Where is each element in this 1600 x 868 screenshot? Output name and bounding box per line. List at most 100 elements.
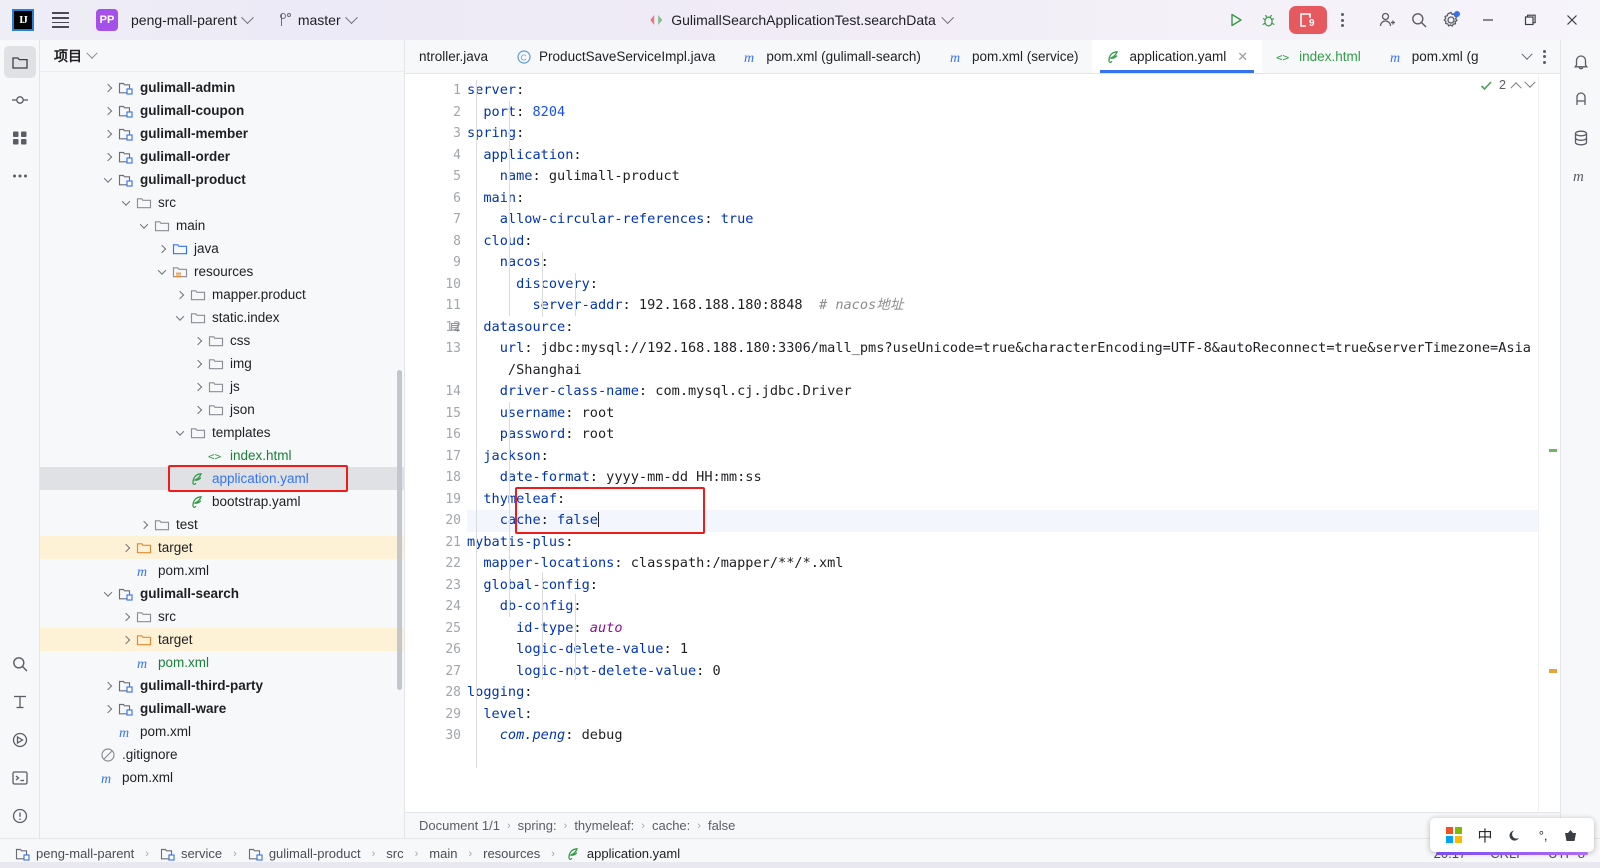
ime-punctuation-label[interactable]: °, (1539, 828, 1548, 843)
project-tool-icon[interactable] (3, 46, 36, 78)
chevron-down-icon[interactable] (172, 311, 188, 321)
tree-node-img[interactable]: img (40, 352, 404, 375)
structure-tool-icon[interactable] (4, 122, 36, 154)
minimize-icon[interactable] (1468, 3, 1508, 37)
project-selector[interactable]: PP peng-mall-parent (90, 6, 258, 34)
main-menu-icon[interactable] (46, 6, 74, 34)
code-line[interactable]: id-type: auto (467, 618, 1538, 640)
project-panel-header[interactable]: 项目 (40, 40, 404, 72)
tree-node-resources[interactable]: resources (40, 260, 404, 283)
close-icon[interactable] (1552, 3, 1592, 37)
tree-node-target[interactable]: target (40, 628, 404, 651)
problems-icon[interactable] (4, 800, 36, 832)
tree-node-application-yaml[interactable]: application.yaml (40, 467, 404, 490)
code-line[interactable]: thymeleaf: (467, 489, 1538, 511)
tab-list-dropdown[interactable] (1517, 40, 1560, 73)
code-line[interactable]: nacos: (467, 252, 1538, 274)
database-icon[interactable] (1565, 122, 1597, 154)
chevron-down-icon[interactable] (100, 173, 116, 183)
status-breadcrumb-item[interactable]: resources (478, 844, 545, 863)
tree-node-pom-xml[interactable]: m pom.xml (40, 651, 404, 674)
code-line[interactable]: cloud: (467, 231, 1538, 253)
status-breadcrumb-item[interactable]: service (155, 844, 227, 864)
moon-icon[interactable] (1508, 828, 1523, 843)
run-icon[interactable] (1221, 5, 1251, 35)
ime-mode-label[interactable]: 中 (1477, 825, 1492, 846)
run-configuration-selector[interactable]: GulimallSearchApplicationTest.searchData (641, 9, 959, 31)
chevron-down-icon[interactable] (100, 587, 116, 597)
breadcrumb-item[interactable]: cache: (652, 818, 690, 833)
tree-node-static-index[interactable]: static.index (40, 306, 404, 329)
code-line[interactable]: global-config: (467, 575, 1538, 597)
editor-tab-bar[interactable]: ntroller.java C ProductSaveServiceImpl.jav… (405, 40, 1560, 74)
code-line[interactable]: db-config: (467, 596, 1538, 618)
more-tools-icon[interactable] (4, 160, 36, 192)
chevron-down-icon[interactable] (1524, 76, 1536, 88)
tree-node-pom-xml[interactable]: m pom.xml (40, 766, 404, 789)
tree-node-gulimall-ware[interactable]: gulimall-ware (40, 697, 404, 720)
code-line[interactable]: mybatis-plus: (467, 532, 1538, 554)
search-everywhere-icon[interactable] (4, 648, 36, 680)
tree-node-main[interactable]: main (40, 214, 404, 237)
chevron-right-icon[interactable] (190, 405, 206, 414)
debug-icon[interactable] (1253, 5, 1283, 35)
breadcrumb-item[interactable]: spring: (518, 818, 557, 833)
code-line[interactable]: application: (467, 145, 1538, 167)
tree-node-gulimall-admin[interactable]: gulimall-admin (40, 76, 404, 99)
code-line[interactable]: /Shanghai (467, 360, 1538, 382)
code-line[interactable]: logic-not-delete-value: 0 (467, 661, 1538, 683)
code-line[interactable]: spring: (467, 123, 1538, 145)
chevron-right-icon[interactable] (118, 543, 134, 552)
code-line[interactable]: name: gulimall-product (467, 166, 1538, 188)
tree-node-src[interactable]: src (40, 605, 404, 628)
code-line[interactable]: datasource: (467, 317, 1538, 339)
chevron-right-icon[interactable] (100, 129, 116, 138)
editor-tab-index-html[interactable]: <> index.html (1262, 40, 1375, 73)
code-line[interactable]: cache: false (467, 510, 1538, 532)
chevron-right-icon[interactable] (190, 382, 206, 391)
chevron-down-icon[interactable] (172, 426, 188, 436)
editor-tab-application-yaml[interactable]: application.yaml ✕ (1092, 40, 1263, 73)
code-line[interactable]: port: 8204 (467, 102, 1538, 124)
terminal-icon[interactable] (4, 762, 36, 794)
code-line[interactable]: password: root (467, 424, 1538, 446)
code-line[interactable]: server-addr: 192.168.188.180:8848 # naco… (467, 295, 1538, 317)
tree-node-gulimall-order[interactable]: gulimall-order (40, 145, 404, 168)
chevron-down-icon[interactable] (118, 196, 134, 206)
tree-node-gulimall-search[interactable]: gulimall-search (40, 582, 404, 605)
inspection-widget[interactable]: 2 (1480, 76, 1536, 94)
editor-code[interactable]: server: port: 8204 spring: application: n… (467, 74, 1538, 812)
ime-toolbar[interactable]: 中 °, (1430, 818, 1594, 855)
editor-marker-stripe[interactable] (1538, 74, 1560, 812)
chevron-right-icon[interactable] (118, 635, 134, 644)
status-breadcrumb-item[interactable]: main (424, 844, 462, 863)
tree-node-test[interactable]: test (40, 513, 404, 536)
tree-node-templates[interactable]: templates (40, 421, 404, 444)
search-icon[interactable] (1404, 5, 1434, 35)
tree-node-gulimall-product[interactable]: gulimall-product (40, 168, 404, 191)
status-breadcrumb-item[interactable]: src (381, 844, 408, 863)
code-line[interactable]: jackson: (467, 446, 1538, 468)
editor-tab-pom-xml-gulimall-search-[interactable]: m pom.xml (gulimall-search) (729, 40, 935, 73)
tree-node-mapper-product[interactable]: mapper.product (40, 283, 404, 306)
chevron-down-icon[interactable] (136, 219, 152, 229)
code-line[interactable]: username: root (467, 403, 1538, 425)
tree-node-pom-xml[interactable]: m pom.xml (40, 720, 404, 743)
run-widget-badge[interactable]: 9 (1289, 6, 1327, 34)
editor-tab-productsaveserviceimpl-java[interactable]: C ProductSaveServiceImpl.java (502, 40, 729, 73)
editor-breadcrumb[interactable]: Document 1/1 › spring: › thymeleaf: › cache: › f… (405, 812, 1560, 838)
chevron-right-icon[interactable] (100, 106, 116, 115)
editor-gutter[interactable]: 1 2 3 4 5 6 7 8 9 10 11 12 13 14 15 16 17 18 19 20 21 22 23 24 2… (405, 74, 467, 812)
tree-node-java[interactable]: java (40, 237, 404, 260)
database-icon[interactable] (450, 321, 463, 334)
commit-tool-icon[interactable] (4, 84, 36, 116)
code-line[interactable]: discovery: (467, 274, 1538, 296)
settings-gear-icon[interactable] (1436, 5, 1466, 35)
status-breadcrumb-item[interactable]: gulimall-product (243, 844, 366, 864)
chevron-right-icon[interactable] (100, 152, 116, 161)
code-line[interactable]: logic-delete-value: 1 (467, 639, 1538, 661)
close-tab-icon[interactable]: ✕ (1237, 49, 1248, 65)
editor-options-icon[interactable] (1535, 49, 1554, 64)
chevron-down-icon[interactable] (154, 265, 170, 275)
tree-node--gitignore[interactable]: .gitignore (40, 743, 404, 766)
